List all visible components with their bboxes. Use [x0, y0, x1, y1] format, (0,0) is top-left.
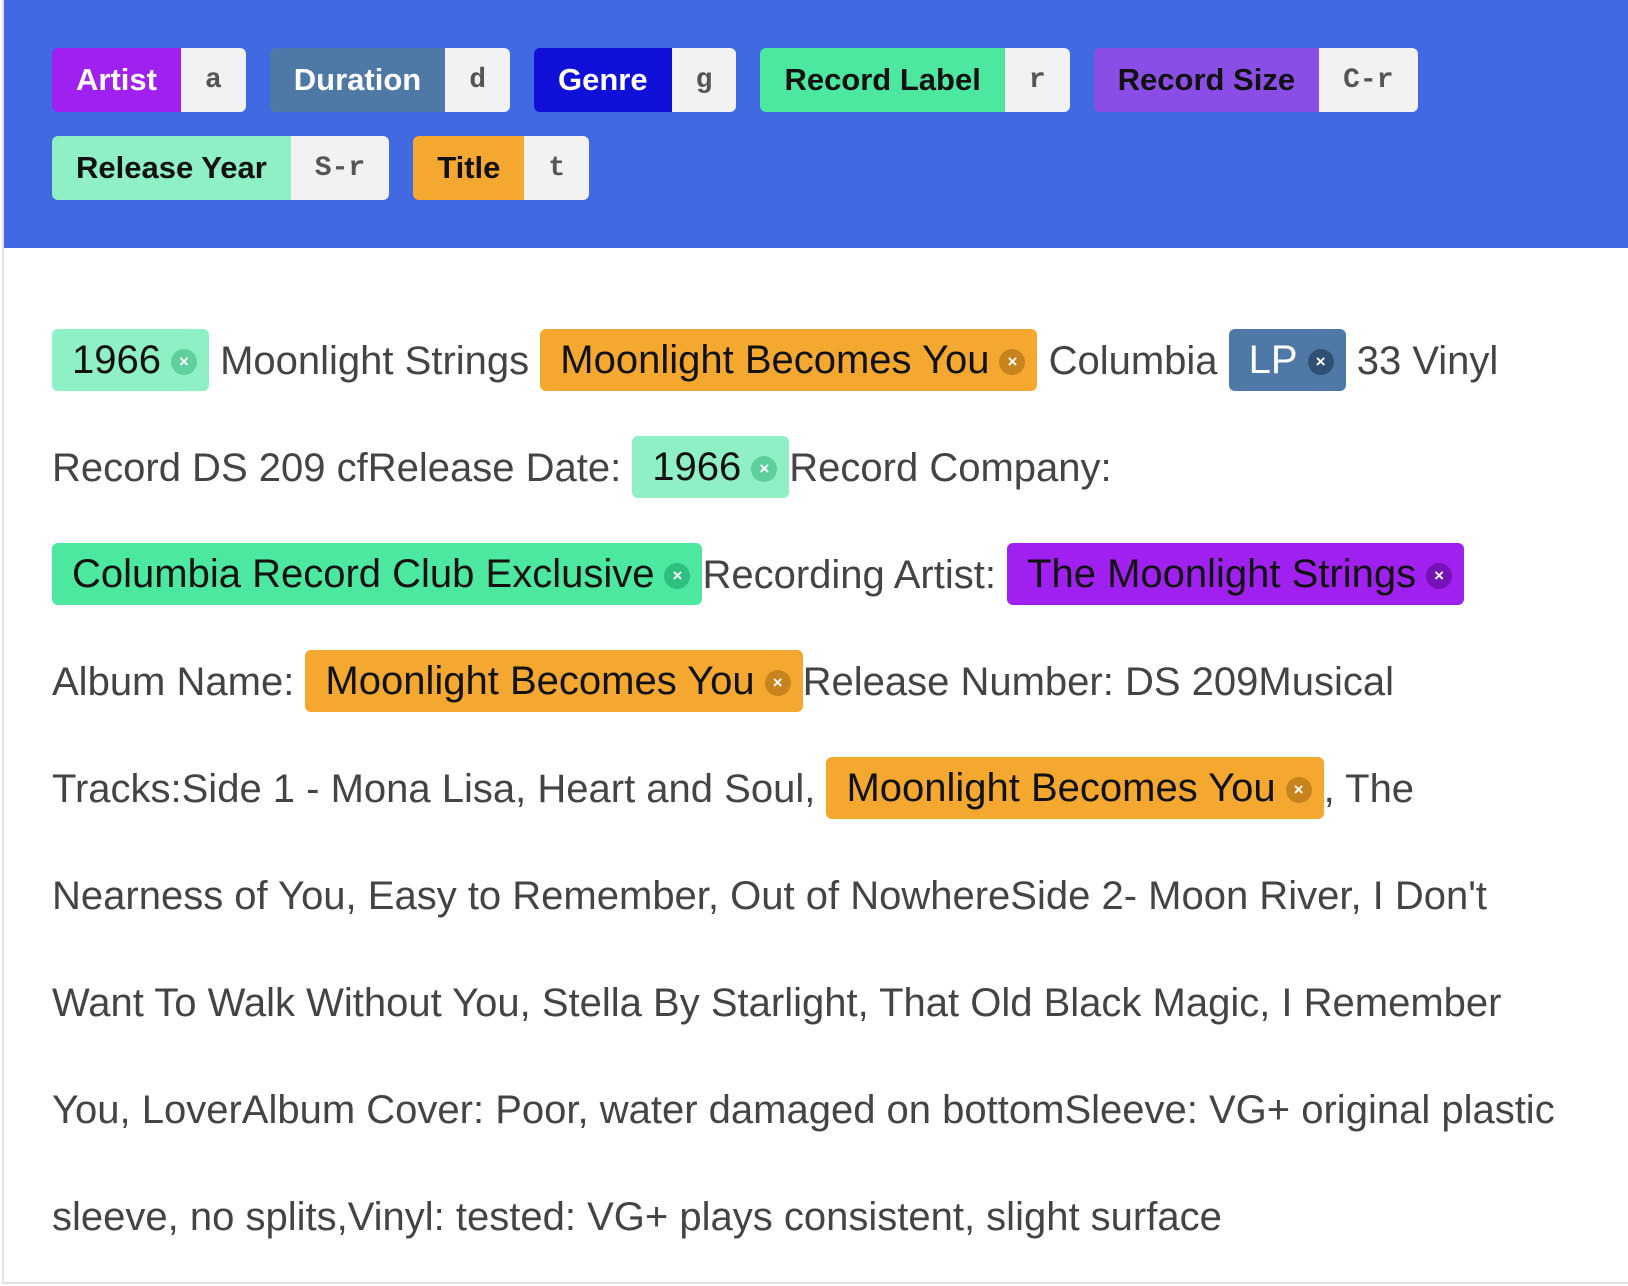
annotation-span-release-year[interactable]: 1966 × [632, 436, 790, 499]
label-shortcut-key: S-r [290, 136, 390, 200]
label-shortcut-key: g [671, 48, 737, 112]
remove-annotation-close-icon[interactable]: × [764, 670, 791, 697]
annotation-span-text: Moonlight Becomes You [560, 338, 990, 383]
label-name: Duration [269, 48, 446, 112]
label-shortcut-key: r [1004, 48, 1070, 112]
annotation-span-text: Columbia Record Club Exclusive [72, 552, 655, 597]
document-text: Album Name: [52, 660, 306, 704]
remove-annotation-close-icon[interactable]: × [1307, 349, 1334, 376]
remove-annotation-close-icon[interactable]: × [1426, 563, 1453, 590]
label-button-release-year[interactable]: Release Year S-r [52, 136, 390, 200]
annotation-span-title[interactable]: Moonlight Becomes You × [305, 650, 803, 713]
label-button-record-size[interactable]: Record Size C-r [1093, 48, 1418, 112]
document-text: , The Nearness of You, Easy to Remember,… [52, 767, 1555, 1239]
annotation-panel: Artist a Duration d Genre g Record Label r Recor… [2, 0, 1628, 1284]
annotation-span-text: The Moonlight Strings [1027, 552, 1417, 597]
annotation-span-title[interactable]: Moonlight Becomes You × [540, 329, 1038, 392]
label-row: Artist a Duration d Genre g Record Label r Recor… [52, 48, 1628, 112]
document-text: Record Company: [789, 446, 1112, 490]
label-button-record-label[interactable]: Record Label r [760, 48, 1070, 112]
label-shortcut-key: a [180, 48, 246, 112]
remove-annotation-close-icon[interactable]: × [170, 349, 197, 376]
label-button-duration[interactable]: Duration d [269, 48, 511, 112]
annotation-span-text: Moonlight Becomes You [846, 766, 1276, 811]
annotation-span-title[interactable]: Moonlight Becomes You × [826, 757, 1324, 820]
label-button-genre[interactable]: Genre g [534, 48, 737, 112]
remove-annotation-close-icon[interactable]: × [1285, 777, 1312, 804]
label-name: Genre [534, 48, 672, 112]
annotated-document: 1966 × Moonlight Strings Moonlight Become… [4, 248, 1628, 1271]
label-name: Title [413, 136, 525, 200]
annotation-span-text: LP [1248, 338, 1298, 383]
annotation-span-text: 1966 [72, 338, 161, 383]
annotation-span-text: Moonlight Becomes You [325, 659, 755, 704]
annotation-span-record-label[interactable]: Columbia Record Club Exclusive × [52, 543, 703, 606]
label-name: Artist [52, 48, 181, 112]
label-toolbar: Artist a Duration d Genre g Record Label r Recor… [4, 0, 1628, 248]
label-name: Record Size [1093, 48, 1320, 112]
document-text: Recording Artist: [702, 553, 1008, 597]
annotation-span-text: 1966 [652, 445, 742, 490]
label-row: Release Year S-r Title t [52, 136, 1628, 200]
label-shortcut-key: t [524, 136, 590, 200]
document-text: Moonlight Strings [208, 339, 541, 383]
remove-annotation-close-icon[interactable]: × [751, 456, 778, 483]
annotation-span-release-year[interactable]: 1966 × [52, 329, 209, 392]
label-name: Release Year [52, 136, 291, 200]
label-button-title[interactable]: Title t [413, 136, 590, 200]
label-shortcut-key: d [445, 48, 511, 112]
label-button-artist[interactable]: Artist a [52, 48, 246, 112]
label-shortcut-key: C-r [1319, 48, 1418, 112]
remove-annotation-close-icon[interactable]: × [999, 349, 1026, 376]
document-text: Columbia [1037, 339, 1229, 383]
label-name: Record Label [760, 48, 1005, 112]
annotation-span-record-size[interactable]: LP × [1228, 329, 1346, 392]
remove-annotation-close-icon[interactable]: × [664, 563, 691, 590]
annotation-span-artist[interactable]: The Moonlight Strings × [1007, 543, 1465, 606]
